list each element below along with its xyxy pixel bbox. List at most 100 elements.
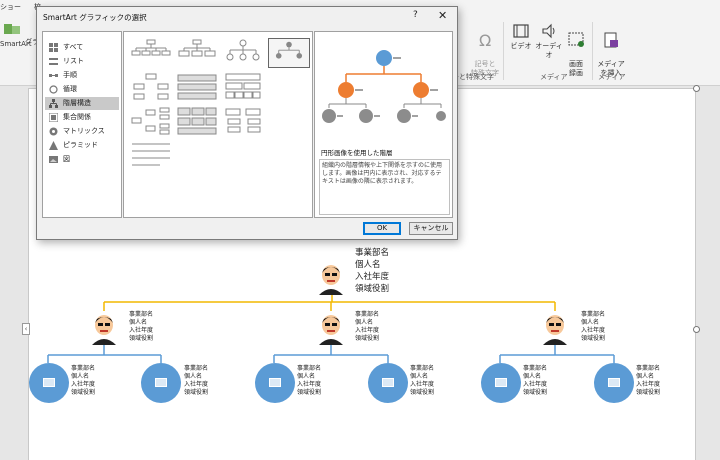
preview-panel: 円形画像を使用した階層 組織内の階層情報や上下関係を示すのに使用します。画像は円… [314,31,453,218]
picture-placeholder-icon [495,378,507,387]
node-line: 入社年度 [355,327,380,334]
preview-description: 組織内の階層情報や上下関係を示すのに使用します。画像は円内に表示され、対応するテ… [319,159,450,215]
picture-placeholder-icon [155,378,167,387]
manager-face-icon[interactable] [314,311,348,345]
top-node-text[interactable]: 事業部名 個人名 入社年度 領域役割 [355,247,389,295]
member-node-text[interactable]: 事業部名 個人名 入社年度 領域役割 [523,365,547,397]
member-node-text[interactable]: 事業部名 個人名 入社年度 領域役割 [184,365,208,397]
layout-hierarchy-list-thumbnail[interactable] [222,106,264,136]
layout-horizontal-hierarchy-thumbnail[interactable] [130,106,172,136]
node-line: 事業部名 [355,311,380,318]
layout-labeled-hierarchy-thumbnail[interactable] [176,72,218,102]
layout-hierarchy-thumbnail[interactable] [130,72,172,102]
manager-node-text[interactable]: 事業部名 個人名 入社年度 領域役割 [129,311,153,343]
node-line: 入社年度 [184,381,209,388]
layout-org-chart-thumbnail[interactable] [130,38,172,68]
speaker-icon [542,23,555,39]
tab-slideshow[interactable]: ショー [0,2,21,12]
node-line: 領域役割 [636,389,661,396]
media-group-label: メディア [540,73,568,81]
category-process[interactable]: 手順 [45,69,119,82]
category-label: リスト [63,57,84,65]
member-picture-circle[interactable] [141,363,181,403]
layout-architecture-thumbnail[interactable] [176,106,218,136]
layout-table-hierarchy-thumbnail[interactable] [222,72,264,102]
process-icon [49,74,58,77]
hierarchy-icon [49,99,58,108]
cancel-button[interactable]: キャンセル [409,222,453,235]
category-hierarchy[interactable]: 階層構造 [45,97,119,110]
manager-face-icon[interactable] [538,311,572,345]
preview-diagram [322,50,446,123]
member-picture-circle[interactable] [368,363,408,403]
ok-button[interactable]: OK [363,222,401,235]
symbol-button[interactable]: Ω 記号と 特殊文字 [470,22,500,78]
layout-lined-list-thumbnail[interactable] [130,140,172,170]
node-line: 領域役割 [129,335,154,342]
screen-record-button[interactable]: 画面 録画 [563,22,589,78]
layout-gallery [123,31,313,218]
node-line: 入社年度 [297,381,322,388]
layout-circle-picture-hierarchy-thumbnail[interactable] [268,38,310,68]
media-group-label-2: メディア [598,73,626,81]
node-line: 事業部名 [581,311,606,318]
node-line: 領域役割 [297,389,322,396]
manager-node-text[interactable]: 事業部名 個人名 入社年度 領域役割 [355,311,379,343]
member-picture-circle[interactable] [481,363,521,403]
layout-name-title-thumbnail[interactable] [222,38,264,68]
category-label: 循環 [63,85,77,93]
category-pyramid[interactable]: ピラミッド [45,139,119,152]
ribbon-separator [592,22,593,80]
pyramid-icon [49,141,58,150]
omega-icon: Ω [479,31,491,49]
member-node-text[interactable]: 事業部名 個人名 入社年度 領域役割 [410,365,434,397]
category-list-item[interactable]: リスト [45,55,119,68]
grid-icon [49,43,58,52]
node-line: 入社年度 [71,381,96,388]
member-picture-circle[interactable] [29,363,69,403]
category-matrix[interactable]: マトリックス [45,125,119,138]
category-label: ピラミッド [63,141,98,149]
video-label: ビデオ [510,42,532,50]
category-all[interactable]: すべて [45,41,119,54]
insert-media-button[interactable]: メディア を挿入 [596,22,626,78]
node-line: 事業部名 [410,365,435,372]
matrix-icon [49,127,58,136]
node-line: 入社年度 [581,327,606,334]
member-picture-circle[interactable] [594,363,634,403]
category-label: 階層構造 [63,99,91,107]
picture-icon [49,156,58,163]
category-picture[interactable]: 図 [45,153,119,166]
category-cycle[interactable]: 循環 [45,83,119,96]
smartart-button[interactable]: SmartArt [0,20,32,49]
member-node-text[interactable]: 事業部名 個人名 入社年度 領域役割 [636,365,660,397]
node-line: 個人名 [71,373,90,380]
resize-handle[interactable] [693,326,700,333]
top-line-3: 入社年度 [355,272,390,282]
node-line: 入社年度 [636,381,661,388]
cycle-icon [49,85,58,94]
node-line: 個人名 [410,373,429,380]
manager-face-icon[interactable] [87,311,121,345]
close-button[interactable]: ✕ [438,9,447,22]
node-line: 個人名 [297,373,316,380]
node-line: 事業部名 [523,365,548,372]
category-label: マトリックス [63,127,105,135]
list-icon [49,58,58,65]
layout-picture-org-thumbnail[interactable] [176,38,218,68]
member-node-text[interactable]: 事業部名 個人名 入社年度 領域役割 [71,365,95,397]
category-label: 集合関係 [63,113,91,121]
picture-placeholder-icon [43,378,55,387]
member-picture-circle[interactable] [255,363,295,403]
resize-handle[interactable] [693,85,700,92]
manager-face-icon[interactable] [314,261,348,295]
node-line: 個人名 [184,373,203,380]
member-node-text[interactable]: 事業部名 個人名 入社年度 領域役割 [297,365,321,397]
category-relationship[interactable]: 集合関係 [45,111,119,124]
node-line: 事業部名 [129,311,154,318]
help-button[interactable]: ? [413,10,418,20]
manager-node-text[interactable]: 事業部名 個人名 入社年度 領域役割 [581,311,605,343]
video-button[interactable]: ビデオ [508,22,534,51]
text-pane-arrow-icon[interactable]: ‹ [22,323,30,335]
audio-button[interactable]: オーディオ [534,22,564,60]
